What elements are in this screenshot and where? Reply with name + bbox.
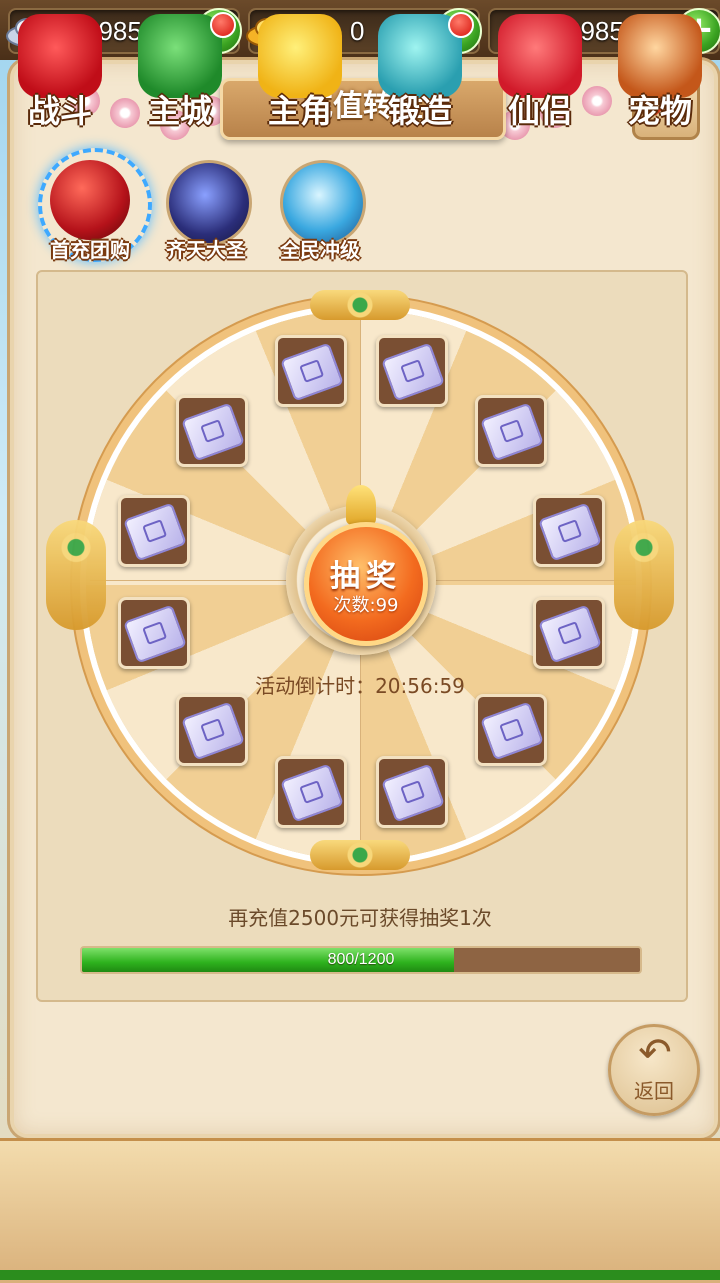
experience-bar <box>0 1270 720 1280</box>
draw-button-label: 抽奖 <box>330 559 402 594</box>
wheel-pointer-icon <box>346 485 376 525</box>
recharge-tip: 再充值2500元可获得抽奖1次 <box>228 906 492 930</box>
tab-label: 全民冲级 <box>280 238 360 262</box>
nav-city[interactable]: 主城 <box>124 10 236 130</box>
prize-slot <box>533 597 605 669</box>
prize-slot <box>275 756 347 828</box>
tab-level-up[interactable]: 全民冲级 <box>270 160 370 265</box>
ticket-icon <box>381 763 445 823</box>
nav-label: 锻造 <box>387 92 452 130</box>
progress-text: 800/1200 <box>327 951 395 968</box>
tab-monkey-king[interactable]: 齐天大圣 <box>156 160 256 265</box>
prize-slot <box>475 694 547 766</box>
nav-label: 战斗 <box>27 92 92 130</box>
tab-first-recharge[interactable]: 首充团购 <box>40 160 140 265</box>
prize-slot <box>376 756 448 828</box>
prize-slot <box>118 597 190 669</box>
nav-battle[interactable]: 战斗 <box>4 10 116 130</box>
nav-forge[interactable]: 锻造 <box>364 10 476 130</box>
ticket-icon <box>181 402 245 462</box>
tab-label: 首充团购 <box>50 238 130 262</box>
prize-slot <box>118 495 190 567</box>
nav-label: 主角 <box>267 92 332 130</box>
wheel-ornament-right <box>614 520 674 630</box>
red-orb-icon <box>50 160 130 240</box>
recharge-progress-bar: 800/1200 <box>80 946 642 974</box>
ticket-icon <box>381 342 445 402</box>
ticket-icon <box>538 502 602 562</box>
bottom-nav <box>0 1138 720 1283</box>
ticket-icon <box>538 604 602 664</box>
wheel-ornament-top <box>310 290 410 320</box>
nav-hero[interactable]: 主角 <box>244 10 356 130</box>
draw-button[interactable]: 抽奖 次数:99 <box>304 522 428 646</box>
draw-count: 次数:99 <box>333 595 399 616</box>
ticket-icon <box>480 402 544 462</box>
notification-badge <box>448 12 474 38</box>
ticket-icon <box>123 604 187 664</box>
nav-partner[interactable]: 仙侣 <box>484 10 596 130</box>
prize-slot <box>176 395 248 467</box>
wheel-ornament-left <box>46 520 106 630</box>
tab-label: 齐天大圣 <box>166 238 246 262</box>
ticket-icon <box>123 502 187 562</box>
notification-badge <box>210 12 236 38</box>
nav-label: 主城 <box>147 92 212 130</box>
back-button-label: 返回 <box>634 1079 674 1103</box>
ticket-icon <box>280 763 344 823</box>
back-button[interactable]: ↶ 返回 <box>608 1024 700 1116</box>
ticket-icon <box>480 701 544 761</box>
nav-pet[interactable]: 宠物 <box>604 10 716 130</box>
prize-slot <box>275 335 347 407</box>
back-arrow-icon: ↶ <box>638 1030 672 1076</box>
prize-slot <box>533 495 605 567</box>
wheel-ornament-bottom <box>310 840 410 870</box>
prize-slot <box>176 694 248 766</box>
nav-label: 仙侣 <box>507 92 572 130</box>
prize-slot <box>376 335 448 407</box>
ticket-icon <box>181 701 245 761</box>
prize-slot <box>475 395 547 467</box>
nav-label: 宠物 <box>627 92 692 130</box>
event-countdown: 活动倒计时：20:56:59 <box>255 674 465 698</box>
ticket-icon <box>280 342 344 402</box>
